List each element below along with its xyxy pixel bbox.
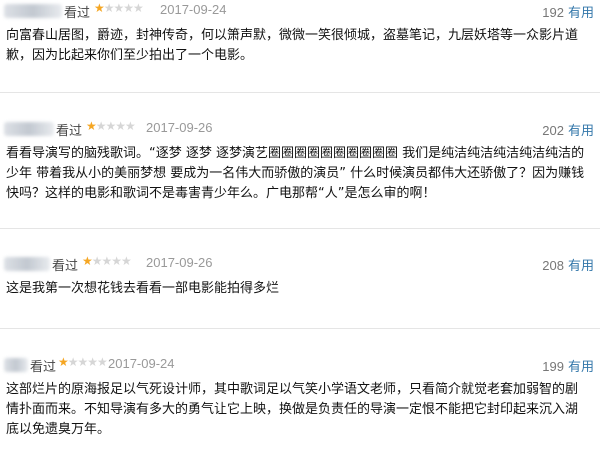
- star-empty-icon: ★★★★: [95, 119, 136, 133]
- blurred-username: [4, 358, 28, 372]
- review-date: 2017-09-26: [146, 120, 213, 135]
- divider: [0, 228, 600, 229]
- rating-stars: ★★★★★: [82, 254, 132, 268]
- review-text: 向富春山居图，爵迹，封神传奇，何以箫声默，微微一笑很倾城，盗墓笔记，九层妖塔等一…: [6, 28, 579, 63]
- review-text: 这部烂片的原海报足以气死设计师，其中歌词足以气笑小学语文老师，只看简介就觉老套加…: [6, 382, 579, 437]
- vote-area: 199 有用: [542, 356, 594, 375]
- review-text: 这是我第一次想花钱去看看一部电影能拍得多烂: [6, 281, 280, 296]
- useful-button[interactable]: 有用: [568, 359, 594, 374]
- useful-button[interactable]: 有用: [568, 123, 594, 138]
- star-empty-icon: ★★★★: [91, 254, 132, 268]
- rating-status: 看过: [64, 6, 91, 21]
- review-date: 2017-09-24: [160, 2, 227, 17]
- vote-count: 202: [542, 123, 564, 138]
- rating-status: 看过: [52, 259, 79, 274]
- vote-count: 199: [542, 359, 564, 374]
- useful-button[interactable]: 有用: [568, 258, 594, 273]
- star-filled-icon: ★: [86, 119, 97, 133]
- vote-area: 192 有用: [542, 2, 594, 21]
- review-meta: 看过 ★★★★★ 2017-09-26 208 有用: [0, 253, 600, 275]
- vote-count: 192: [542, 5, 564, 20]
- blurred-username: [4, 257, 50, 271]
- useful-button[interactable]: 有用: [568, 5, 594, 20]
- star-empty-icon: ★★★★: [103, 1, 144, 15]
- vote-area: 202 有用: [542, 120, 594, 139]
- review-meta: 看过 ★★★★★ 2017-09-26 202 有用: [0, 118, 600, 140]
- review-date: 2017-09-24: [108, 356, 175, 371]
- divider: [0, 92, 600, 93]
- star-filled-icon: ★: [94, 1, 105, 15]
- review-date: 2017-09-26: [146, 255, 213, 270]
- vote-area: 208 有用: [542, 255, 594, 274]
- rating-status: 看过: [30, 360, 57, 375]
- vote-count: 208: [542, 258, 564, 273]
- review-text: 看看导演写的脑残歌词。“逐梦 逐梦 逐梦演艺圈圈圈圈圈圈圈圈圈圈 我们是纯洁纯洁…: [6, 146, 585, 201]
- star-empty-icon: ★★★★: [67, 355, 108, 369]
- divider: [0, 328, 600, 329]
- blurred-username: [4, 122, 54, 136]
- blurred-username: [4, 4, 62, 18]
- rating-status: 看过: [56, 124, 83, 139]
- star-filled-icon: ★: [82, 254, 93, 268]
- review-meta: 看过 ★★★★★ 2017-09-24 192 有用: [0, 0, 600, 22]
- rating-stars: ★★★★★: [58, 355, 108, 369]
- star-filled-icon: ★: [58, 355, 69, 369]
- rating-stars: ★★★★★: [86, 119, 136, 133]
- review-meta: 看过 ★★★★★ 2017-09-24 199 有用: [0, 354, 600, 376]
- rating-stars: ★★★★★: [94, 1, 144, 15]
